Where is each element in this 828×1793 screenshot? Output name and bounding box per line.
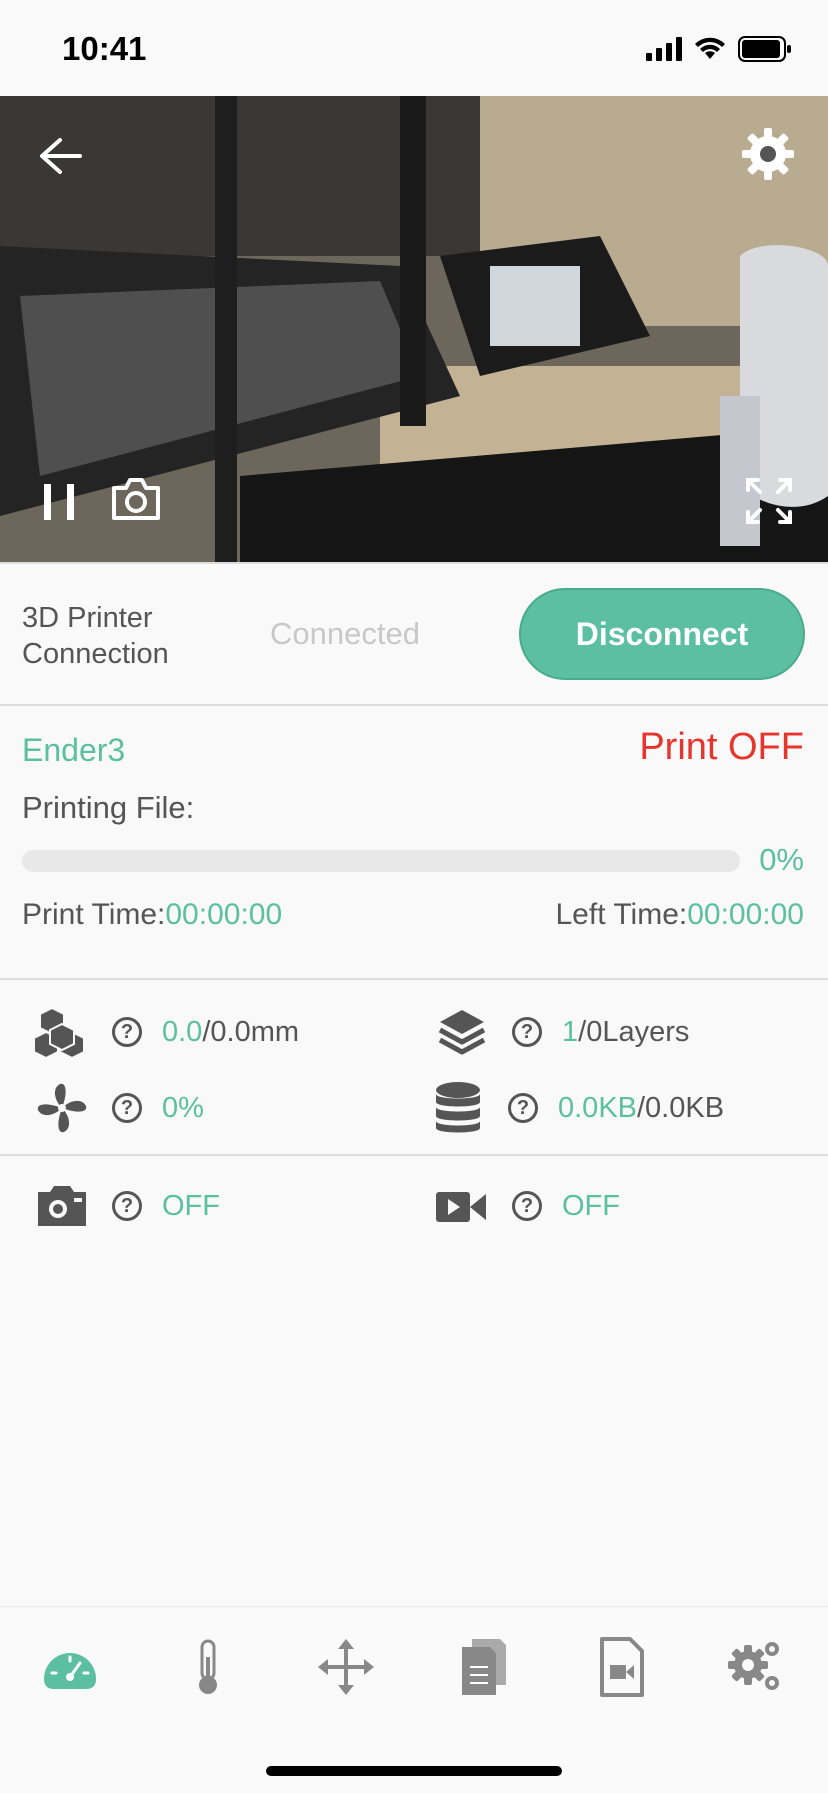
connection-label: 3D Printer Connection (22, 602, 169, 670)
photo-camera-icon (38, 1186, 86, 1226)
camera-view (0, 96, 828, 562)
print-info-panel: Ender3 Print OFF Printing File: 0% Print… (0, 704, 828, 980)
home-indicator (266, 1766, 562, 1776)
height-stat: ? 0.0/0.0mm (34, 1004, 299, 1060)
print-time-value: 00:00:00 (165, 898, 283, 931)
status-bar: 10:41 (0, 0, 828, 96)
video-status: ? OFF (434, 1178, 620, 1234)
data-stat: ? 0.0KB/0.0KB (430, 1080, 724, 1136)
left-time-label: Left Time: (555, 898, 688, 931)
files-icon[interactable] (454, 1637, 514, 1697)
database-icon (436, 1082, 480, 1133)
pause-icon[interactable] (44, 482, 76, 522)
cellular-signal-icon (646, 37, 682, 61)
print-progress-percent: 0% (759, 842, 804, 877)
photo-status: ? OFF (34, 1178, 220, 1234)
print-time-label: Print Time: (22, 898, 166, 931)
printer-connection-row: 3D Printer Connection Connected Disconne… (0, 562, 828, 706)
fullscreen-icon[interactable] (746, 478, 792, 524)
fan-help-icon[interactable]: ? (112, 1093, 142, 1123)
status-time: 10:41 (62, 30, 147, 67)
disconnect-button[interactable]: Disconnect (519, 588, 805, 680)
fan-icon (37, 1083, 87, 1133)
back-arrow-icon[interactable] (38, 136, 82, 176)
fan-stat: ? 0% (34, 1080, 204, 1136)
data-total: /0.0KB (637, 1091, 725, 1124)
height-total: /0.0mm (202, 1015, 300, 1048)
video-help-icon[interactable]: ? (512, 1191, 542, 1221)
left-time: Left Time:00:00:00 (556, 898, 805, 932)
data-current: 0.0KB (558, 1091, 637, 1124)
camera-settings-gear-icon[interactable] (740, 126, 796, 182)
dashboard-icon[interactable] (40, 1637, 100, 1697)
media-status-row: ? OFF ? OFF (0, 1156, 828, 1256)
print-stats: ? 0.0/0.0mm ? 1/0Layers ? 0% ? 0.0KB /0.… (0, 980, 828, 1156)
layers-help-icon[interactable]: ? (512, 1017, 542, 1047)
snapshot-camera-icon[interactable] (110, 476, 162, 522)
print-progress-bar (22, 850, 740, 872)
print-state: Print OFF (639, 726, 804, 768)
layer-total: /0Layers (578, 1015, 690, 1048)
left-time-value: 00:00:00 (687, 898, 804, 931)
status-icons (646, 36, 792, 62)
battery-icon (738, 36, 791, 62)
video-file-icon[interactable] (592, 1637, 652, 1697)
data-help-icon[interactable]: ? (508, 1093, 538, 1123)
connection-status: Connected (270, 616, 420, 651)
height-current: 0.0 (162, 1015, 203, 1048)
tab-bar (0, 1606, 828, 1793)
thermometer-icon[interactable] (178, 1637, 238, 1697)
settings-icon[interactable] (724, 1637, 784, 1697)
cubes-icon (34, 1006, 85, 1060)
printing-file-label: Printing File: (22, 790, 195, 825)
height-help-icon[interactable]: ? (112, 1017, 142, 1047)
photo-help-icon[interactable]: ? (112, 1191, 142, 1221)
photo-status-value: OFF (162, 1189, 220, 1222)
layer-current: 1 (562, 1015, 579, 1048)
fan-speed: 0% (162, 1091, 204, 1124)
printer-name: Ender3 (22, 732, 126, 768)
layers-icon (438, 1010, 486, 1055)
layers-stat: ? 1/0Layers (434, 1004, 689, 1060)
move-axes-icon[interactable] (316, 1637, 376, 1697)
video-camera-icon (436, 1192, 486, 1222)
video-status-value: OFF (562, 1189, 620, 1222)
print-time: Print Time:00:00:00 (22, 898, 282, 932)
wifi-icon (695, 37, 725, 59)
